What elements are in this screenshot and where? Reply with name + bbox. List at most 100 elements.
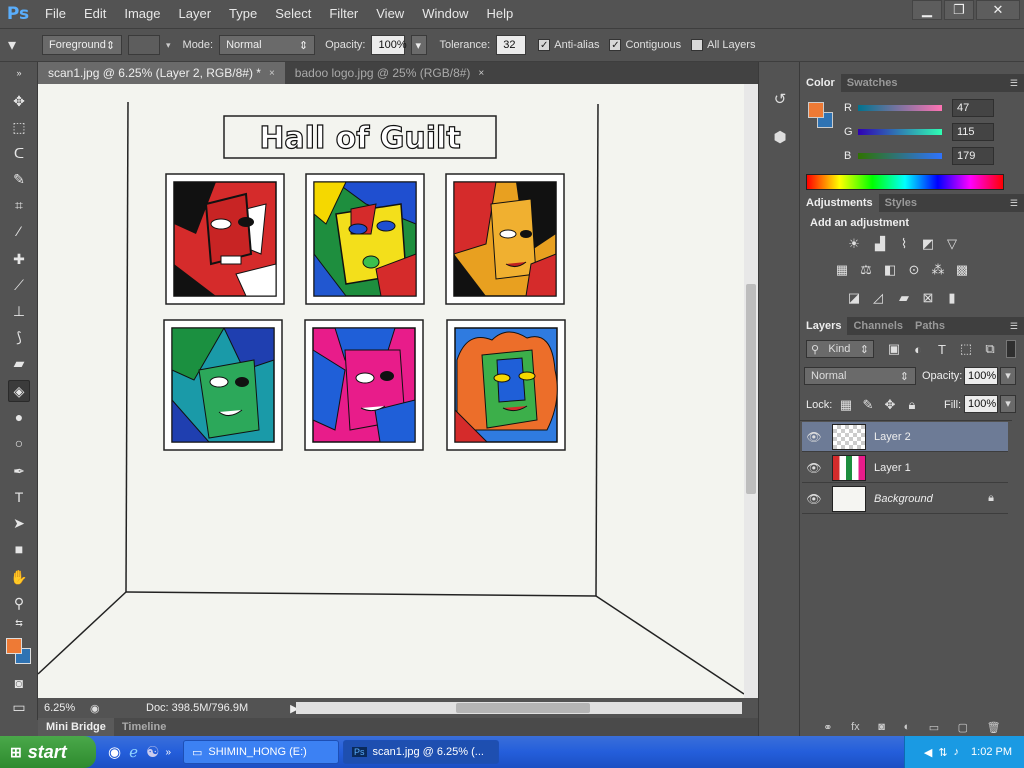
lock-position-icon[interactable]: ✥ [882,397,898,413]
filter-type-icon[interactable]: T [934,341,950,357]
tray-expand-icon[interactable]: ◀ [924,746,932,759]
posterize-icon[interactable]: ◿ [870,290,886,306]
menu-file[interactable]: File [36,0,75,28]
network-icon[interactable]: ⇅ [938,746,947,759]
delete-layer-icon[interactable]: 🗑︎ [987,721,1001,734]
filter-pixel-icon[interactable]: ▣ [886,341,902,357]
vertical-scroll-thumb[interactable] [746,284,756,494]
zoom-level[interactable]: 6.25% [38,702,90,714]
marquee-tool-icon[interactable]: ⬚ [8,116,30,138]
layer-filter-select[interactable]: ⚲ Kind ⇕ [806,340,874,358]
eraser-tool-icon[interactable]: ▰ [8,352,30,374]
fx-icon[interactable]: fx [851,721,860,733]
visibility-eye-icon[interactable]: 👁︎ [802,461,826,475]
color-lookup-icon[interactable]: ▩ [954,262,970,278]
filter-smart-object-icon[interactable]: ⧉ [982,341,998,357]
crop-tool-icon[interactable]: ⌗ [8,194,30,216]
levels-icon[interactable]: ▟ [872,236,888,252]
selective-color-icon[interactable]: ⊠ [920,290,936,306]
type-tool-icon[interactable]: T [8,486,30,508]
paint-bucket-icon[interactable]: ▾ [8,35,36,55]
document-image[interactable]: Hall of Guilt [38,84,744,698]
tab-styles[interactable]: Styles [879,194,923,212]
menu-view[interactable]: View [367,0,413,28]
vertical-scrollbar[interactable] [744,84,758,698]
red-slider[interactable]: R 47 [844,98,1004,118]
clock[interactable]: 1:02 PM [971,746,1012,758]
lock-all-icon[interactable]: 🔒︎ [904,397,920,413]
volume-icon[interactable]: ♪ [954,746,960,758]
layer-opacity-input[interactable]: 100% [964,367,998,385]
antialias-option[interactable]: ✓ Anti-alias [538,39,599,51]
tab-badoo-logo[interactable]: badoo logo.jpg @ 25% (RGB/8#) × [285,62,494,84]
red-value[interactable]: 47 [952,99,994,117]
blue-value[interactable]: 179 [952,147,994,165]
chevron-down-icon[interactable]: ▾ [166,40,171,51]
color-fg-swatch[interactable] [808,102,824,118]
green-value[interactable]: 115 [952,123,994,141]
layer-row-layer-2[interactable]: 👁︎ Layer 2 [802,422,1008,452]
foreground-color-swatch[interactable] [6,638,22,654]
menu-filter[interactable]: Filter [320,0,367,28]
vibrance-icon[interactable]: ▽ [944,236,960,252]
lock-transparency-icon[interactable]: ▦ [838,397,854,413]
collapse-icon[interactable]: » [8,68,30,78]
green-track[interactable] [858,129,942,135]
tab-paths[interactable]: Paths [909,317,951,335]
ie-icon[interactable]: ℯ [129,743,138,761]
blur-tool-icon[interactable]: ● [8,406,30,428]
pattern-picker[interactable] [128,35,160,55]
filter-shape-icon[interactable]: ⬚ [958,341,974,357]
layer-name[interactable]: Layer 1 [874,462,911,474]
layer-name[interactable]: Background [874,493,933,505]
brightness-icon[interactable]: ☀ [846,236,862,252]
menu-select[interactable]: Select [266,0,320,28]
clone-stamp-tool-icon[interactable]: ⊥ [8,300,30,322]
quick-launch-icon[interactable]: ☯ [146,743,159,761]
color-balance-icon[interactable]: ⚖ [858,262,874,278]
healing-brush-tool-icon[interactable]: ✚ [8,248,30,270]
filter-adjustment-icon[interactable]: ◐ [910,341,926,357]
tolerance-input[interactable]: 32 [496,35,527,55]
layer-row-layer-1[interactable]: 👁︎ Layer 1 [802,453,1008,483]
contiguous-checkbox[interactable]: ✓ [609,39,622,51]
screen-mode-icon[interactable]: ▭ [8,696,30,718]
tab-layers[interactable]: Layers [800,317,848,335]
horizontal-scrollbar[interactable] [296,702,742,714]
history-panel-icon[interactable]: ↺ [769,88,791,110]
channel-mixer-icon[interactable]: ⁂ [930,262,946,278]
menu-image[interactable]: Image [115,0,169,28]
panel-menu-icon[interactable]: ☰ [1010,198,1018,209]
green-slider[interactable]: G 115 [844,122,1004,142]
red-track[interactable] [858,105,942,111]
paint-bucket-tool-icon[interactable]: ◈ [8,380,30,402]
gradient-map-icon[interactable]: ▮ [944,290,960,306]
fill-dropdown[interactable]: ▾ [1000,395,1016,413]
tab-scan1[interactable]: scan1.jpg @ 6.25% (Layer 2, RGB/8#) * × [38,62,285,84]
lasso-tool-icon[interactable]: ᑕ [8,142,30,164]
new-adjustment-icon[interactable]: ◐ [903,721,910,733]
quick-mask-icon[interactable]: ◙ [8,672,30,694]
fill-input[interactable]: 100% [964,395,998,413]
close-button[interactable]: ✕ [976,0,1020,20]
antialias-checkbox[interactable]: ✓ [538,39,551,51]
path-select-tool-icon[interactable]: ➤ [8,512,30,534]
curves-icon[interactable]: ⌇ [896,236,912,252]
threshold-icon[interactable]: ▰ [896,290,912,306]
hand-tool-icon[interactable]: ✋ [8,566,30,588]
close-icon[interactable]: × [478,68,484,79]
add-mask-icon[interactable]: ◙ [878,721,885,733]
exposure-icon[interactable]: ◩ [920,236,936,252]
3d-panel-icon[interactable]: ⬢ [769,126,791,148]
menu-window[interactable]: Window [413,0,477,28]
quick-launch-expand-icon[interactable]: » [165,747,171,758]
tab-color[interactable]: Color [800,74,841,92]
invert-icon[interactable]: ◪ [846,290,862,306]
tab-mini-bridge[interactable]: Mini Bridge [38,718,114,736]
status-info-icon[interactable]: ◉ [90,702,110,715]
tab-swatches[interactable]: Swatches [841,74,904,92]
link-layers-icon[interactable]: ⚭ [823,721,832,734]
history-brush-tool-icon[interactable]: ⟆ [8,326,30,348]
all-layers-option[interactable]: All Layers [691,39,755,51]
start-button[interactable]: ⊞ start [0,736,96,768]
